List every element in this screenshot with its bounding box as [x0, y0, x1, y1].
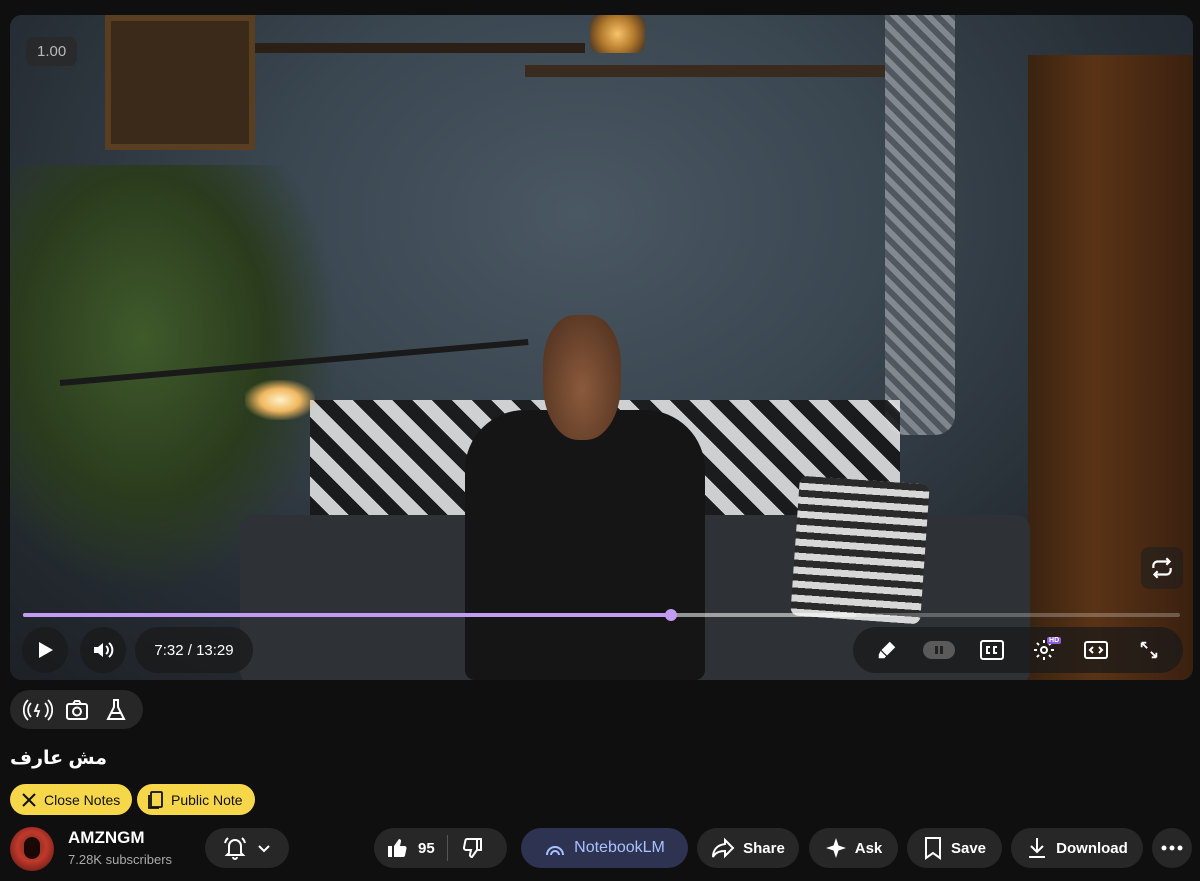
save-label: Save [950, 839, 987, 857]
time-separator: / [187, 641, 192, 659]
notebooklm-label: NotebookLM [574, 839, 665, 856]
highlighter-button[interactable] [870, 633, 904, 667]
right-controls: HD [853, 627, 1183, 673]
like-count: 95 [418, 839, 435, 857]
video-frame [10, 15, 1193, 680]
volume-button[interactable] [80, 627, 126, 673]
notes-icon [148, 790, 163, 809]
live-icon [22, 698, 53, 721]
share-icon [712, 837, 735, 859]
closed-captions-icon [979, 640, 1004, 660]
dislike-button[interactable] [448, 836, 484, 860]
fullscreen-button[interactable] [1132, 633, 1166, 667]
save-button[interactable]: Save [907, 828, 1002, 868]
captions-button[interactable] [975, 633, 1009, 667]
tools-pill [10, 690, 143, 729]
ask-button[interactable]: Ask [809, 828, 898, 868]
duration: 13:29 [196, 641, 234, 659]
highlighter-icon [878, 641, 896, 659]
public-note-button[interactable]: Public Note [137, 784, 255, 815]
more-actions-button[interactable] [1152, 828, 1192, 868]
played-bar [23, 613, 671, 617]
channel-name[interactable]: AMZNGM [68, 828, 144, 848]
screenshot-button[interactable] [62, 695, 92, 725]
download-button[interactable]: Download [1011, 828, 1143, 868]
play-icon [39, 642, 53, 658]
subscriber-count: 7.28K subscribers [68, 852, 173, 867]
ask-label: Ask [854, 839, 883, 857]
like-dislike-group: 95 [374, 828, 507, 868]
chevron-down-icon [258, 845, 270, 853]
close-notes-label: Close Notes [44, 791, 121, 808]
channel-avatar[interactable] [10, 827, 54, 871]
loop-icon [1152, 557, 1172, 579]
camera-icon [65, 699, 88, 720]
pause-icon [935, 646, 944, 654]
video-title: مش عارف [10, 748, 108, 769]
close-notes-button[interactable]: Close Notes [10, 784, 133, 815]
theater-mode-button[interactable] [1079, 633, 1113, 667]
loop-button[interactable] [1141, 547, 1183, 589]
close-icon [22, 792, 36, 807]
bell-icon [224, 837, 246, 860]
download-icon [1029, 838, 1046, 858]
public-note-label: Public Note [171, 791, 243, 808]
thumbs-down-icon [462, 838, 482, 858]
theater-mode-icon [1084, 641, 1109, 659]
play-button[interactable] [22, 627, 68, 673]
share-label: Share [743, 839, 785, 857]
bookmark-icon [924, 837, 941, 860]
notebooklm-button[interactable]: NotebookLM [521, 828, 688, 868]
current-time: 7:32 [154, 641, 184, 659]
like-button[interactable]: 95 [386, 835, 448, 861]
hd-badge: HD [1047, 637, 1062, 644]
download-label: Download [1056, 839, 1128, 857]
settings-button[interactable]: HD [1027, 633, 1062, 667]
notebooklm-icon [546, 846, 565, 856]
fullscreen-icon [1140, 641, 1158, 659]
sparkle-icon [825, 838, 846, 858]
video-player[interactable]: 1.00 7:32 / 13:29 HD [10, 15, 1193, 680]
progress-bar[interactable] [23, 609, 1180, 621]
lab-button[interactable] [101, 695, 131, 725]
playback-speed-badge[interactable]: 1.00 [26, 37, 78, 66]
flask-icon [105, 698, 126, 720]
more-horizontal-icon [1161, 845, 1183, 851]
autoplay-toggle[interactable] [922, 633, 956, 667]
share-button[interactable]: Share [697, 828, 799, 868]
notifications-button[interactable] [205, 828, 289, 868]
scrubber-handle[interactable] [664, 609, 677, 621]
thumbs-up-icon [388, 838, 407, 858]
time-display: 7:32 / 13:29 [135, 627, 253, 673]
live-button[interactable] [22, 695, 53, 725]
volume-icon [94, 642, 114, 658]
